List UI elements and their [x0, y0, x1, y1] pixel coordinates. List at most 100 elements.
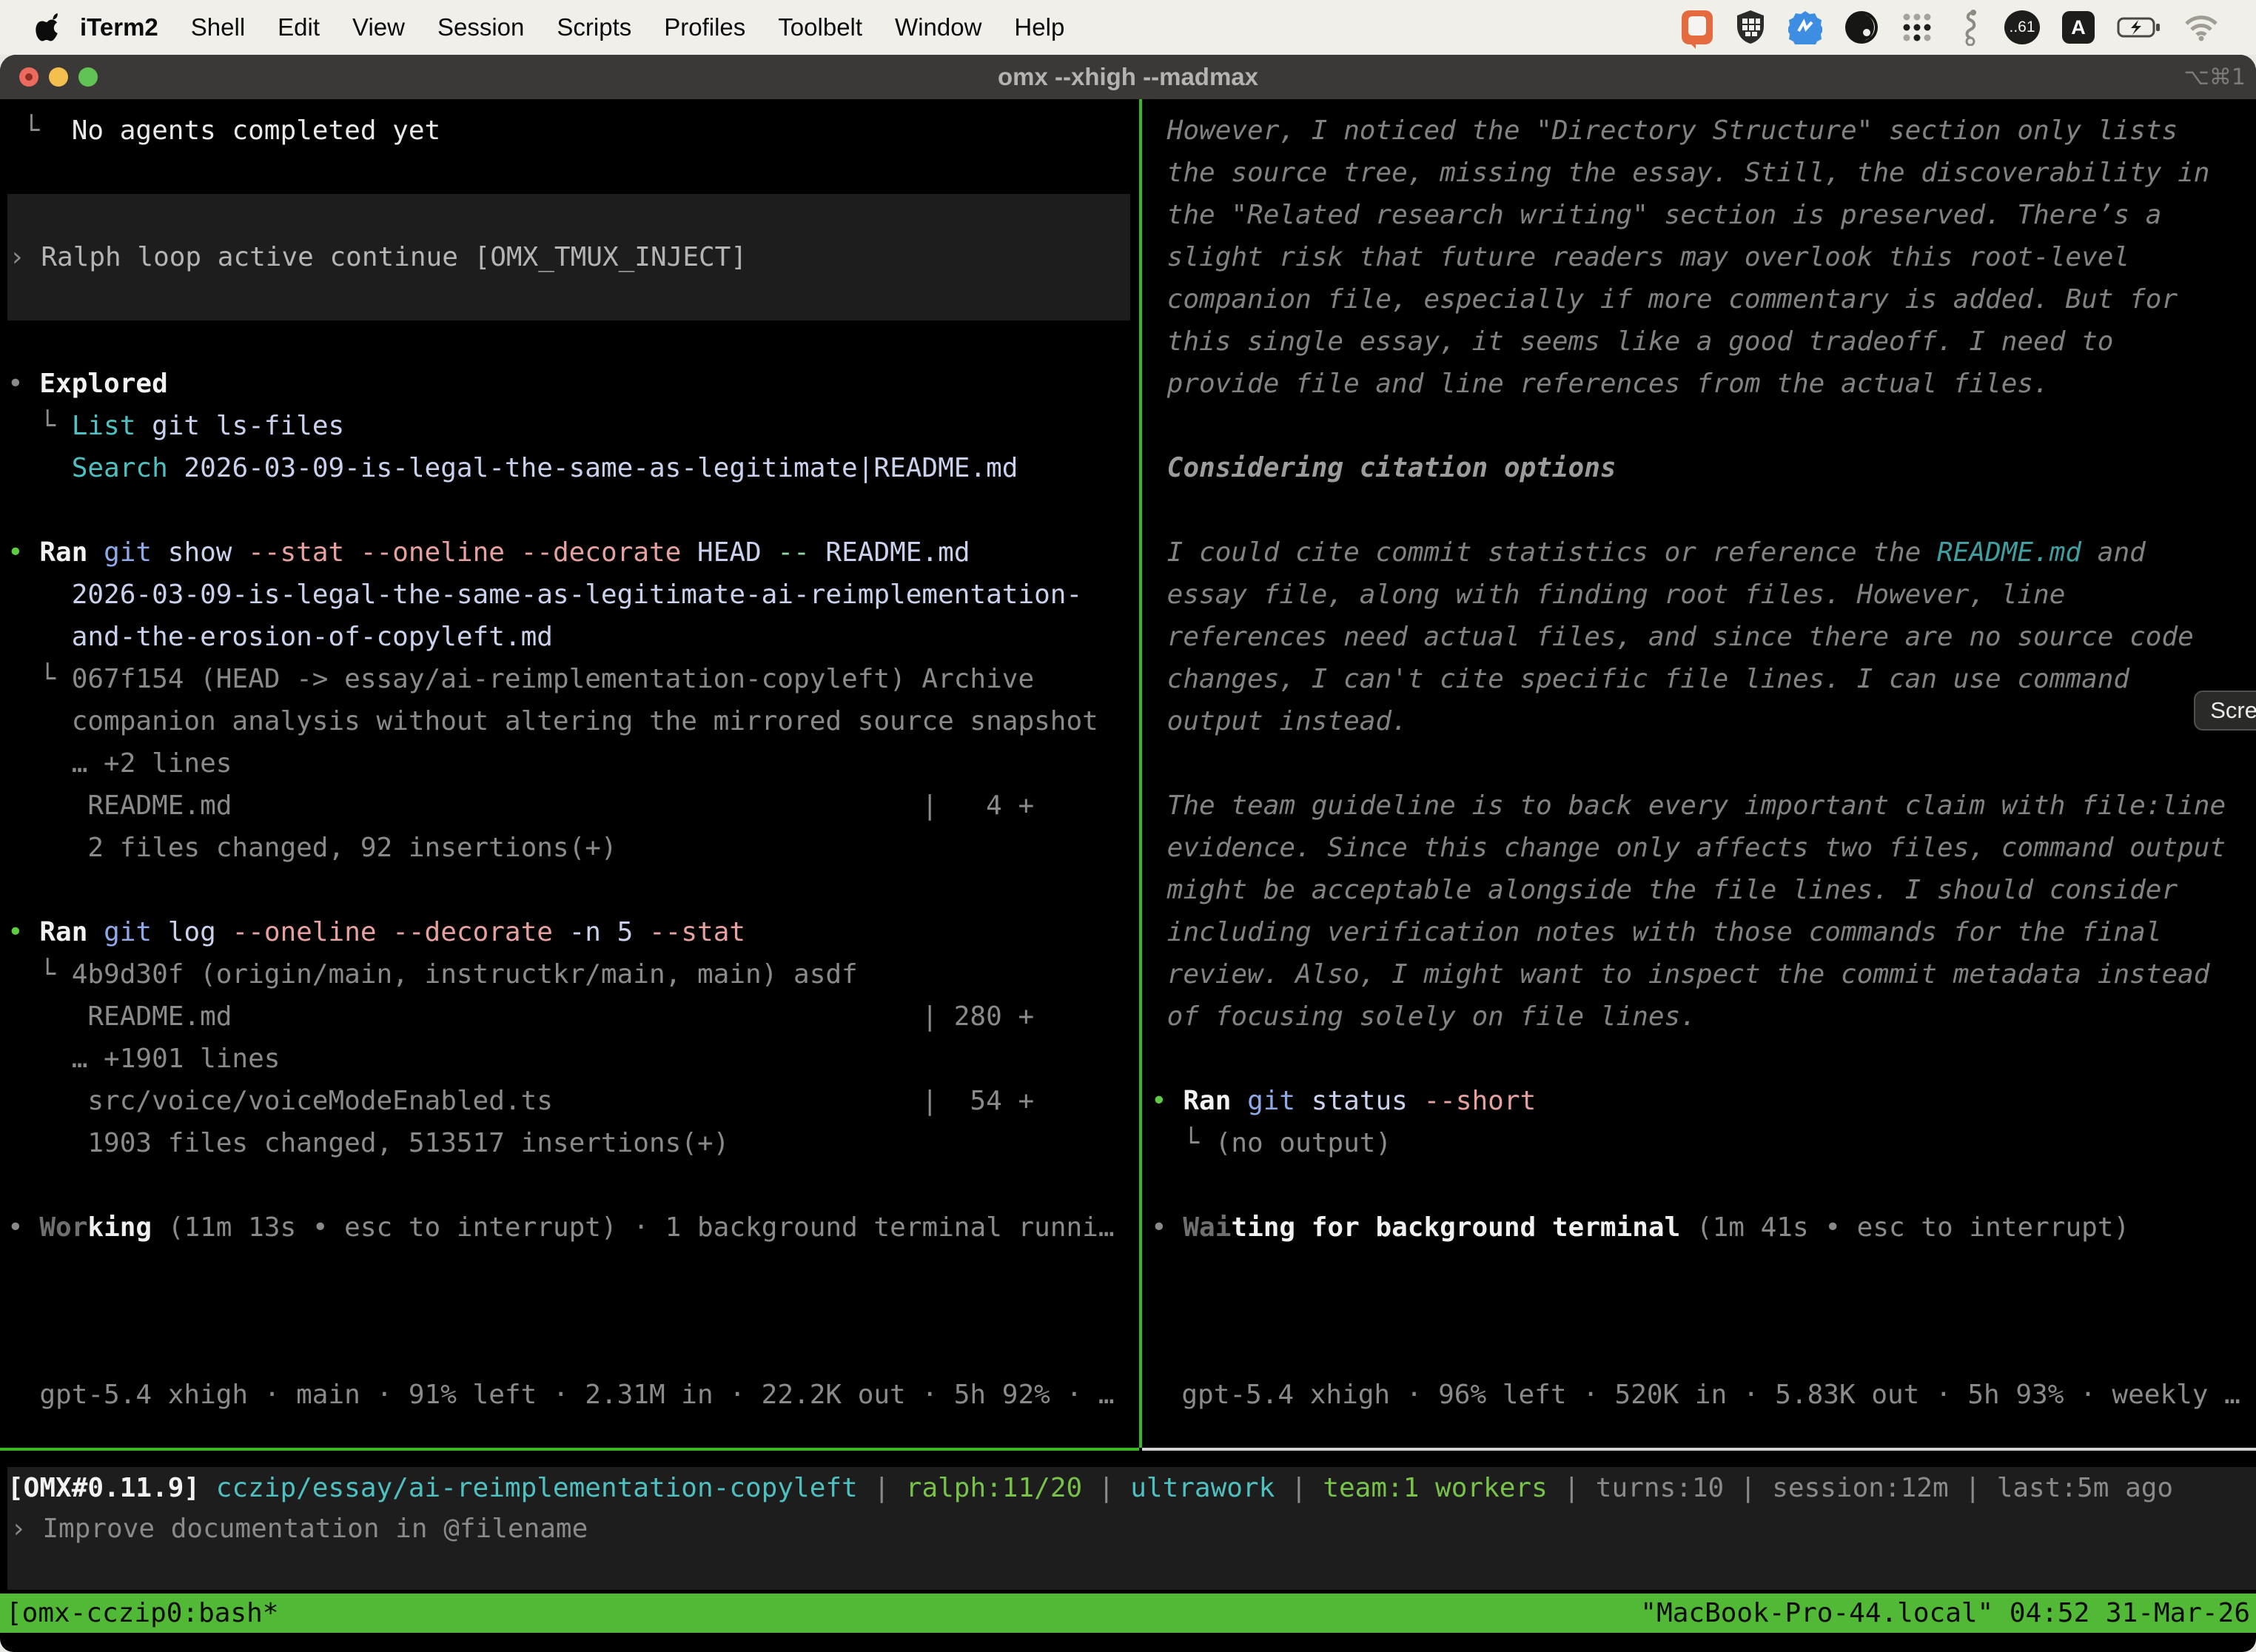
- terminal-line: • Explored: [7, 363, 1139, 405]
- screen-share-popover[interactable]: Scre: [2194, 691, 2256, 731]
- text-segment: --stat --oneline --decorate: [232, 537, 681, 568]
- text-segment: session:12m: [1772, 1473, 1964, 1503]
- menu-item-help[interactable]: Help: [1014, 13, 1064, 41]
- text-segment: --oneline --decorate: [216, 917, 553, 947]
- inactive-pane-border: [1142, 1448, 2256, 1451]
- terminal-line: • Ran git show --stat --oneline --decora…: [7, 531, 1139, 574]
- terminal-line: [1151, 1164, 2256, 1206]
- menu-item-window[interactable]: Window: [895, 13, 981, 41]
- text-segment: show: [152, 537, 232, 568]
- title-bar[interactable]: omx --xhigh --madmax ⌥⌘1: [0, 55, 2256, 99]
- text-segment: └ 4b9d30f (origin/main, instructkr/main,…: [7, 959, 858, 990]
- text-segment: team:1 workers: [1323, 1473, 1563, 1503]
- text-segment: |: [1964, 1473, 1996, 1503]
- terminal-line: However, I noticed the "Directory Struct…: [1151, 110, 2256, 152]
- text-segment: 2026-03-09-is-legal-the-same-as-legitima…: [168, 453, 1018, 483]
- iterm-window: omx --xhigh --madmax ⌥⌘1 └ No agents com…: [0, 55, 2256, 1652]
- screen-record-icon[interactable]: [1682, 10, 1713, 44]
- menu-item-view[interactable]: View: [352, 13, 405, 41]
- text-segment: The team guideline is to back every impo…: [1151, 790, 2226, 821]
- shield-grid-icon[interactable]: [1735, 10, 1766, 45]
- text-segment: Ran: [39, 917, 87, 947]
- text-segment: └ 067f154 (HEAD -> essay/ai-reimplementa…: [7, 664, 1034, 694]
- text-segment: |: [1740, 1473, 1772, 1503]
- text-segment: •: [7, 917, 39, 947]
- menu-item-shell[interactable]: Shell: [191, 13, 245, 41]
- text-segment: turns:10: [1596, 1473, 1740, 1503]
- terminal-line: I could cite commit statistics or refere…: [1151, 531, 2256, 574]
- text-segment: of focusing solely on file lines.: [1151, 1001, 1696, 1032]
- menu-item-toolbelt[interactable]: Toolbelt: [778, 13, 862, 41]
- tmux-window-name[interactable]: [omx-cczip0:bash*: [6, 1598, 278, 1628]
- menu-item-edit[interactable]: Edit: [278, 13, 320, 41]
- terminal-line: Search 2026-03-09-is-legal-the-same-as-l…: [7, 447, 1139, 489]
- terminal-line: the source tree, missing the essay. Stil…: [1151, 152, 2256, 194]
- terminal-line: └ No agents completed yet: [7, 110, 1139, 152]
- text-segment: git: [87, 917, 152, 947]
- text-segment: |: [1563, 1473, 1595, 1503]
- apple-logo-svg: [36, 13, 61, 42]
- text-segment: git: [87, 537, 152, 568]
- text-segment: … +1901 lines: [7, 1044, 280, 1074]
- terminal-line: [7, 869, 1139, 911]
- terminal-line: [1151, 1038, 2256, 1080]
- assistant-badge-icon[interactable]: A: [2062, 11, 2095, 44]
- text-segment: However, I noticed the "Directory Struct…: [1151, 115, 2178, 146]
- text-segment: essay file, along with finding root file…: [1151, 580, 2065, 610]
- menu-item-profiles[interactable]: Profiles: [664, 13, 745, 41]
- terminal-line: [7, 152, 1139, 194]
- terminal-line: The team guideline is to back every impo…: [1151, 785, 2256, 827]
- text-segment: └ (no output): [1151, 1128, 1391, 1158]
- tmux-status-bar: [omx-cczip0:bash* "MacBook-Pro-44.local"…: [0, 1594, 2256, 1633]
- text-segment: README.md: [810, 537, 970, 568]
- tmux-host-clock: "MacBook-Pro-44.local" 04:52 31-Mar-26: [1640, 1598, 2250, 1628]
- dark-circle-icon[interactable]: [1844, 10, 1879, 44]
- terminal-line: [7, 320, 1139, 363]
- menubar-status-icons: ..61 A: [1682, 0, 2219, 55]
- right-terminal-pane[interactable]: However, I noticed the "Directory Struct…: [1142, 99, 2256, 1448]
- terminal-line: … +2 lines: [7, 742, 1139, 785]
- text-segment: including verification notes with those …: [1151, 917, 2161, 947]
- terminal-line: Considering citation options: [1151, 447, 2256, 489]
- text-segment: 2 files changed, 92 insertions(+): [7, 833, 617, 863]
- terminal-line: evidence. Since this change only affects…: [1151, 827, 2256, 869]
- terminal-line: references need actual files, and since …: [1151, 616, 2256, 658]
- terminal-line: README.md | 280 +: [7, 995, 1139, 1038]
- blue-badge-icon[interactable]: [1788, 10, 1822, 44]
- menu-item-iterm2[interactable]: iTerm2: [80, 13, 158, 41]
- menu-item-session[interactable]: Session: [437, 13, 524, 41]
- text-segment: and: [2081, 537, 2146, 568]
- text-segment: •: [1151, 1086, 1183, 1116]
- text-segment: provide file and line references from th…: [1151, 369, 2049, 399]
- terminal-line: └ List git ls-files: [7, 405, 1139, 447]
- text-segment: Ralph loop active continue [OMX_TMUX_INJ…: [41, 236, 747, 278]
- hook-icon[interactable]: [1955, 9, 1982, 46]
- terminal-line: of focusing solely on file lines.: [1151, 995, 2256, 1038]
- text-segment: I could cite commit statistics or refere…: [1151, 537, 1937, 568]
- text-segment: git ls-files: [135, 411, 344, 441]
- text-segment: --: [762, 537, 810, 568]
- menu-item-scripts[interactable]: Scripts: [557, 13, 631, 41]
- pane-divider[interactable]: [1139, 99, 1142, 1448]
- text-segment: log: [152, 917, 216, 947]
- text-segment: 2026-03-09-is-legal-the-same-as-legitima…: [7, 580, 1082, 610]
- counter-badge-icon[interactable]: ..61: [2004, 10, 2040, 44]
- battery-icon[interactable]: [2117, 16, 2161, 38]
- terminal-line: might be acceptable alongside the file l…: [1151, 869, 2256, 911]
- text-segment: … +2 lines: [7, 748, 232, 779]
- text-segment: README.md | 4 +: [7, 790, 1034, 821]
- text-segment: ultrawork: [1130, 1473, 1291, 1503]
- text-segment: review. Also, I might want to inspect th…: [1151, 959, 2209, 990]
- text-segment: ralph:11/20: [906, 1473, 1098, 1503]
- terminal-line: [7, 489, 1139, 531]
- wifi-icon[interactable]: [2183, 13, 2219, 41]
- terminal-line: └ (no output): [1151, 1122, 2256, 1164]
- apple-logo-icon[interactable]: [36, 13, 61, 42]
- terminal-line: [1151, 405, 2256, 447]
- text-segment: the "Related research writing" section i…: [1151, 200, 2161, 230]
- text-segment: companion analysis without altering the …: [7, 706, 1098, 736]
- text-segment: (11m 13s • esc to interrupt) · 1 backgro…: [152, 1212, 1114, 1243]
- left-terminal-pane[interactable]: └ No agents completed yet› Ralph loop ac…: [0, 99, 1139, 1448]
- text-segment: references need actual files, and since …: [1151, 622, 2194, 652]
- dots-grid-icon[interactable]: [1901, 11, 1933, 44]
